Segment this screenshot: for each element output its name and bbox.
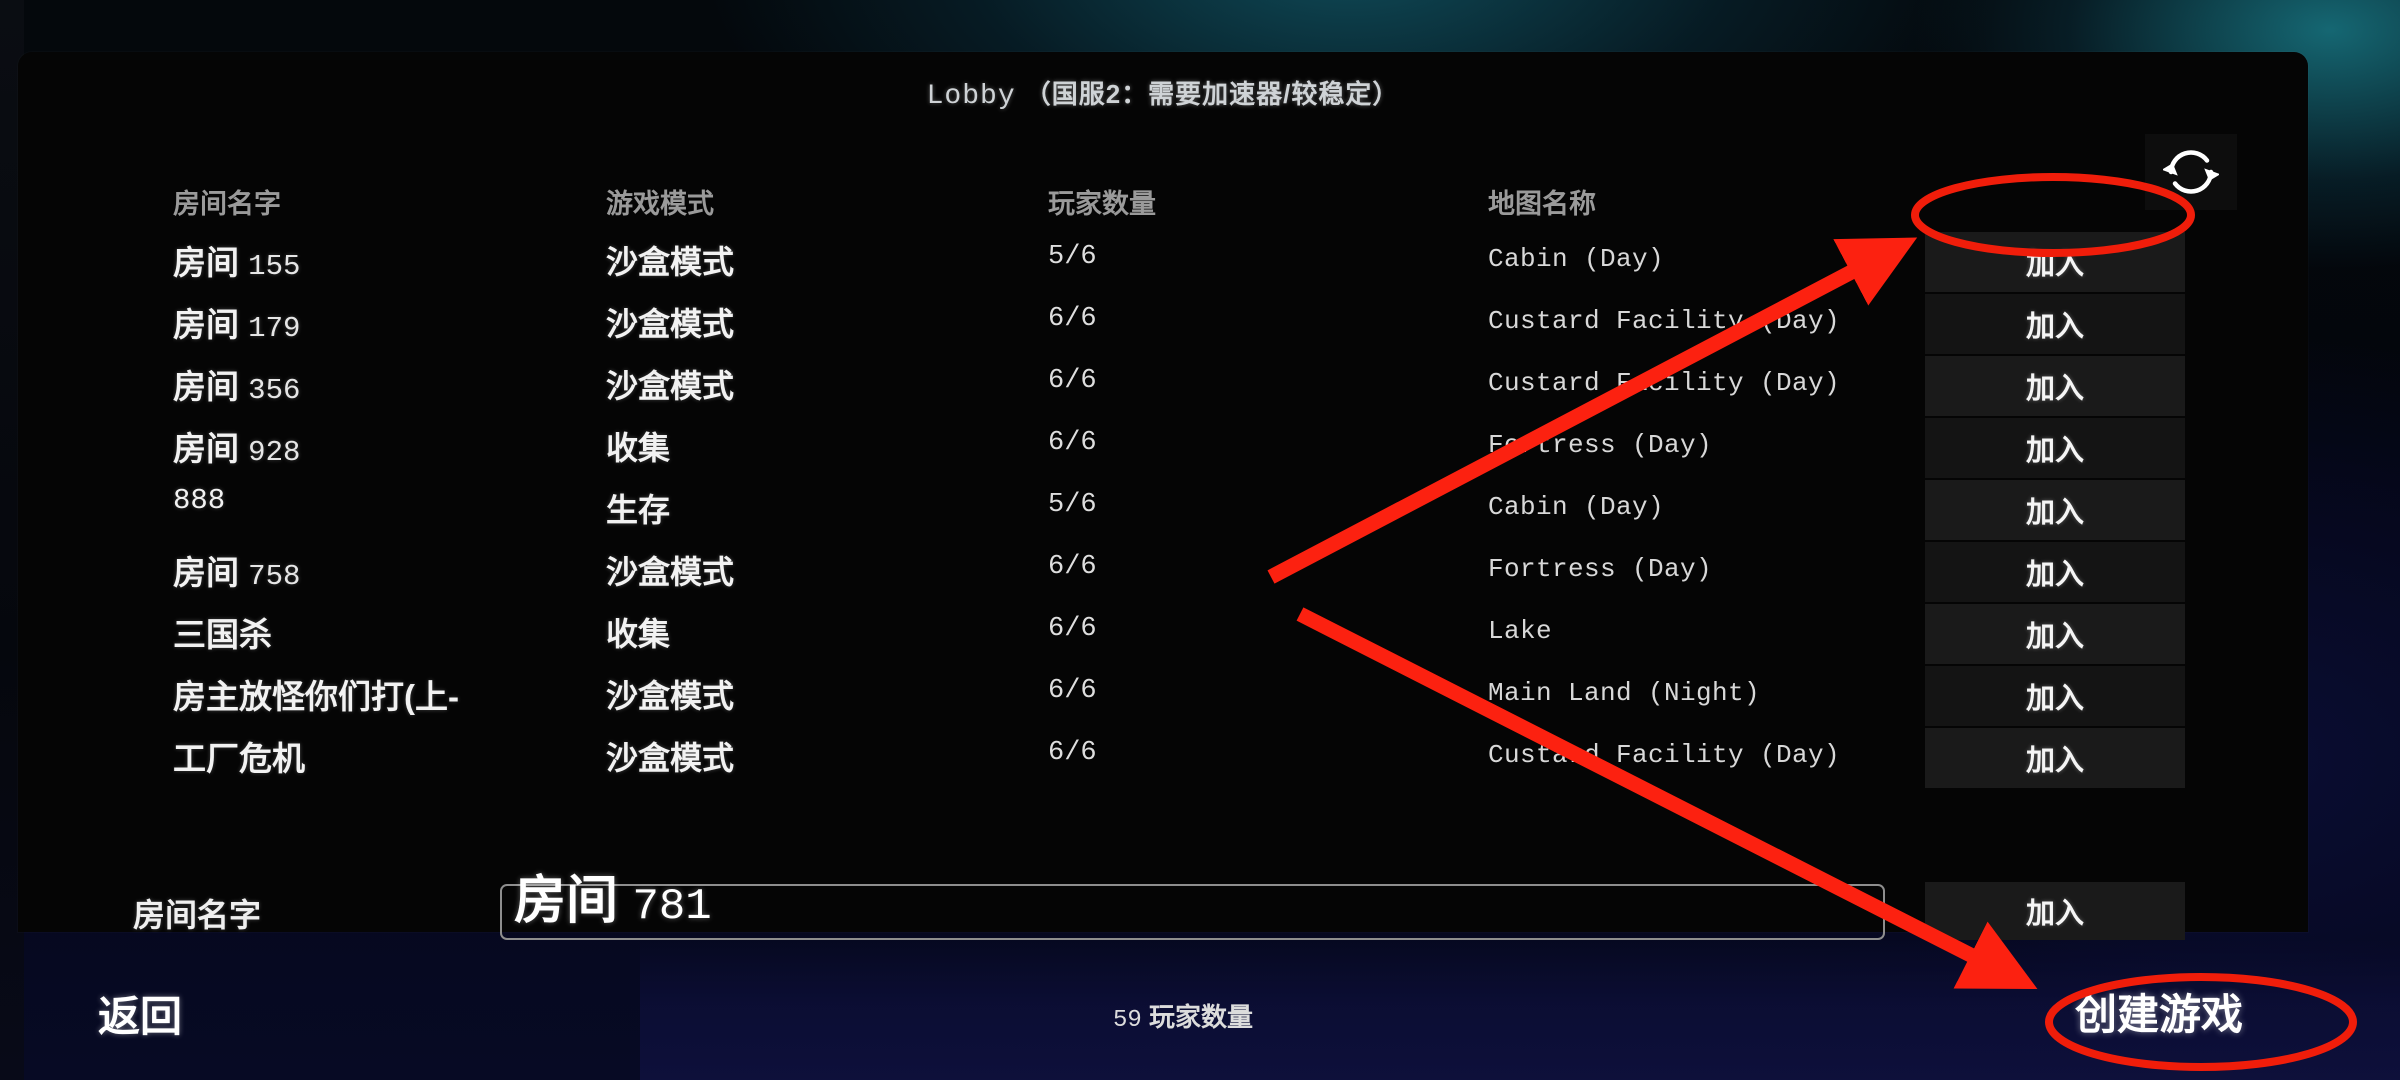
table-row: 888 生存 5/6 Cabin (Day) 加入: [18, 480, 2308, 542]
game-mode-cell: 沙盒模式: [606, 554, 735, 590]
game-mode-cell: 沙盒模式: [606, 740, 735, 776]
game-mode-cell: 收集: [606, 430, 671, 466]
map-name-cell: Cabin (Day): [1488, 492, 1665, 522]
player-count-cell: 5/6: [1048, 242, 1097, 272]
page-title-chinese: （国服2：需要加速器/较稳定）: [1024, 79, 1400, 109]
column-header-player-count: 玩家数量: [1048, 189, 1156, 219]
room-name-number: 179: [248, 312, 301, 345]
room-name-cell: 三国杀: [173, 608, 603, 656]
table-header-row: 房间名字 游戏模式 玩家数量 地图名称: [18, 182, 2308, 222]
player-count-cell: 5/6: [1048, 490, 1097, 520]
table-row: 三国杀 收集 6/6 Lake 加入: [18, 604, 2308, 666]
player-count-cell: 6/6: [1048, 366, 1097, 396]
game-mode-cell: 收集: [606, 616, 671, 652]
total-player-count-label: 玩家数量: [1149, 1002, 1254, 1032]
create-game-button[interactable]: 创建游戏: [2075, 981, 2243, 1042]
room-name-label: 房间名字: [133, 897, 262, 933]
game-mode-cell: 沙盒模式: [606, 678, 735, 714]
total-player-count: 59 玩家数量: [1113, 997, 1253, 1034]
room-name-cell: 房间 179: [173, 298, 603, 346]
player-count-cell: 6/6: [1048, 676, 1097, 706]
join-room-button[interactable]: 加入: [1925, 728, 2185, 788]
table-row: 房主放怪你们打(上- 沙盒模式 6/6 Main Land (Night) 加入: [18, 666, 2308, 728]
join-room-button[interactable]: 加入: [1925, 666, 2185, 726]
player-count-cell: 6/6: [1048, 428, 1097, 458]
table-row: 工厂危机 沙盒模式 6/6 Custard Facility (Day) 加入: [18, 728, 2308, 790]
room-name-text: 房主放怪你们打(上-: [173, 678, 459, 715]
game-mode-cell: 沙盒模式: [606, 244, 735, 280]
create-room-row: 房间名字 房间 781 加入: [18, 872, 2308, 952]
room-name-input-prefix: 房间: [514, 872, 619, 930]
room-name-input-number: 781: [632, 882, 712, 932]
join-new-room-button[interactable]: 加入: [1925, 882, 2185, 940]
room-name-cell: 888: [173, 484, 226, 517]
join-room-button[interactable]: 加入: [1925, 480, 2185, 540]
game-mode-cell: 沙盒模式: [606, 368, 735, 404]
room-name-number: 356: [248, 374, 301, 407]
map-name-cell: Fortress (Day): [1488, 430, 1713, 460]
table-row: 房间 155 沙盒模式 5/6 Cabin (Day) 加入: [18, 232, 2308, 294]
player-count-cell: 6/6: [1048, 552, 1097, 582]
room-list: 房间 155 沙盒模式 5/6 Cabin (Day) 加入 房间 179 沙盒模式 6/6 C…: [18, 232, 2308, 790]
room-name-number: 758: [248, 560, 301, 593]
room-name-cell: 工厂危机: [173, 732, 603, 780]
player-count-cell: 6/6: [1048, 614, 1097, 644]
map-name-cell: Custard Facility (Day): [1488, 368, 1841, 398]
game-mode-cell: 生存: [606, 492, 671, 528]
column-header-game-mode: 游戏模式: [606, 189, 714, 219]
back-button[interactable]: 返回: [98, 983, 182, 1044]
room-name-text: 房间: [173, 368, 239, 405]
page-title-latin: Lobby: [926, 81, 1016, 112]
map-name-cell: Fortress (Day): [1488, 554, 1713, 584]
room-name-number: 155: [248, 250, 301, 283]
column-header-room-name: 房间名字: [173, 189, 281, 219]
join-room-button[interactable]: 加入: [1925, 604, 2185, 664]
join-room-button[interactable]: 加入: [1925, 294, 2185, 354]
map-name-cell: Cabin (Day): [1488, 244, 1665, 274]
room-name-text: 三国杀: [173, 616, 272, 653]
map-name-cell: Custard Facility (Day): [1488, 740, 1841, 770]
table-row: 房间 758 沙盒模式 6/6 Fortress (Day) 加入: [18, 542, 2308, 604]
player-count-cell: 6/6: [1048, 738, 1097, 768]
join-room-button[interactable]: 加入: [1925, 542, 2185, 602]
game-mode-cell: 沙盒模式: [606, 306, 735, 342]
table-row: 房间 179 沙盒模式 6/6 Custard Facility (Day) 加入: [18, 294, 2308, 356]
join-room-button[interactable]: 加入: [1925, 232, 2185, 292]
room-name-cell: 房间 155: [173, 236, 603, 284]
player-count-cell: 6/6: [1048, 304, 1097, 334]
table-row: 房间 928 收集 6/6 Fortress (Day) 加入: [18, 418, 2308, 480]
room-name-text: 房间: [173, 430, 239, 467]
map-name-cell: Main Land (Night): [1488, 678, 1761, 708]
room-name-cell: 房间 758: [173, 546, 603, 594]
total-player-count-number: 59: [1113, 1007, 1142, 1034]
join-room-button[interactable]: 加入: [1925, 418, 2185, 478]
footer-bar: 返回 59 玩家数量 创建游戏: [0, 975, 2400, 1080]
map-name-cell: Custard Facility (Day): [1488, 306, 1841, 336]
table-row: 房间 356 沙盒模式 6/6 Custard Facility (Day) 加入: [18, 356, 2308, 418]
room-name-input-value: 房间 781: [514, 858, 712, 933]
room-name-cell: 房主放怪你们打(上-: [173, 670, 603, 718]
page-title: Lobby （国服2：需要加速器/较稳定）: [18, 74, 2308, 112]
room-name-cell: 房间 356: [173, 360, 603, 408]
room-name-number: 928: [248, 436, 301, 469]
room-name-text: 房间: [173, 554, 239, 591]
column-header-map-name: 地图名称: [1488, 189, 1596, 219]
map-name-cell: Lake: [1488, 616, 1553, 646]
room-name-text: 房间: [173, 306, 239, 343]
room-name-text: 工厂危机: [173, 740, 305, 777]
room-name-cell: 房间 928: [173, 422, 603, 470]
lobby-panel: Lobby （国服2：需要加速器/较稳定） 房间名字 游戏模式 玩家数量 地图名…: [18, 52, 2308, 940]
join-room-button[interactable]: 加入: [1925, 356, 2185, 416]
room-name-text: 房间: [173, 244, 239, 281]
